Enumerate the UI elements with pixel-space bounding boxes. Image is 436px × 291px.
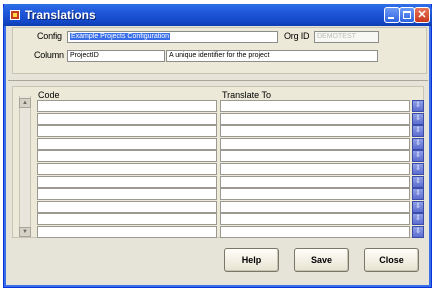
list-of-values-button[interactable]: ⇩ [412, 176, 424, 188]
scroll-down-icon: ▼ [22, 229, 28, 235]
minimize-icon [388, 17, 394, 19]
translate-cell[interactable] [220, 226, 410, 238]
list-of-values-icon: ⇩ [415, 190, 421, 197]
column-description-field[interactable]: A unique identifier for the project [166, 50, 378, 62]
translate-cell[interactable] [220, 201, 410, 213]
list-of-values-icon: ⇩ [415, 102, 421, 109]
list-of-values-icon: ⇩ [415, 228, 421, 235]
list-of-values-button[interactable]: ⇩ [412, 138, 424, 150]
help-button[interactable]: Help [224, 248, 279, 272]
scroll-down-button[interactable]: ▼ [19, 227, 31, 237]
code-cell[interactable] [37, 188, 217, 200]
translate-cell[interactable] [220, 150, 410, 162]
list-of-values-icon: ⇩ [415, 203, 421, 210]
translate-cell[interactable] [220, 163, 410, 175]
translate-cell[interactable] [220, 176, 410, 188]
code-cell[interactable] [37, 163, 217, 175]
maximize-icon [403, 11, 411, 19]
code-cell[interactable] [37, 226, 217, 238]
scroll-up-button[interactable]: ▲ [19, 98, 31, 108]
code-cell[interactable] [37, 150, 217, 162]
translate-cell[interactable] [220, 213, 410, 225]
list-of-values-icon: ⇩ [415, 215, 421, 222]
window-title: Translations [25, 8, 96, 22]
translate-cell[interactable] [220, 138, 410, 150]
translate-cell[interactable] [220, 188, 410, 200]
list-of-values-icon: ⇩ [415, 140, 421, 147]
column-label: Column [34, 50, 64, 60]
list-of-values-icon: ⇩ [415, 165, 421, 172]
translate-cell[interactable] [220, 125, 410, 137]
maximize-button[interactable] [399, 7, 415, 23]
close-window-button[interactable]: ✕ [414, 7, 430, 23]
code-cell[interactable] [37, 176, 217, 188]
section-divider [8, 80, 428, 81]
org-id-label: Org ID [284, 31, 310, 41]
code-column-header: Code [38, 90, 60, 100]
close-icon: ✕ [417, 9, 427, 21]
list-of-values-button[interactable]: ⇩ [412, 163, 424, 175]
save-button[interactable]: Save [294, 248, 349, 272]
list-of-values-button[interactable]: ⇩ [412, 100, 424, 112]
translate-column-header: Translate To [222, 90, 272, 100]
list-of-values-button[interactable]: ⇩ [412, 125, 424, 137]
list-of-values-button[interactable]: ⇩ [412, 201, 424, 213]
translate-cell[interactable] [220, 113, 410, 125]
config-label: Config [37, 31, 62, 41]
list-of-values-icon: ⇩ [415, 178, 421, 185]
scroll-up-icon: ▲ [22, 100, 28, 106]
grid-scrollbar[interactable] [19, 96, 31, 237]
code-cell[interactable] [37, 125, 217, 137]
code-cell[interactable] [37, 201, 217, 213]
translate-cell[interactable] [220, 100, 410, 112]
list-of-values-button[interactable]: ⇩ [412, 188, 424, 200]
org-id-field: DEMOTEST [314, 31, 379, 43]
list-of-values-icon: ⇩ [415, 115, 421, 122]
config-value: Example Projects Configuration [70, 33, 171, 40]
list-of-values-button[interactable]: ⇩ [412, 226, 424, 238]
code-cell[interactable] [37, 213, 217, 225]
list-of-values-icon: ⇩ [415, 152, 421, 159]
column-field[interactable]: ProjectID [67, 50, 165, 62]
list-of-values-button[interactable]: ⇩ [412, 113, 424, 125]
list-of-values-button[interactable]: ⇩ [412, 150, 424, 162]
code-cell[interactable] [37, 138, 217, 150]
code-cell[interactable] [37, 100, 217, 112]
app-window-icon [10, 10, 20, 20]
minimize-button[interactable] [384, 7, 400, 23]
config-field[interactable]: Example Projects Configuration [67, 31, 278, 43]
code-cell[interactable] [37, 113, 217, 125]
title-bar[interactable]: Translations ✕ [3, 4, 432, 26]
list-of-values-icon: ⇩ [415, 127, 421, 134]
list-of-values-button[interactable]: ⇩ [412, 213, 424, 225]
close-button[interactable]: Close [364, 248, 419, 272]
